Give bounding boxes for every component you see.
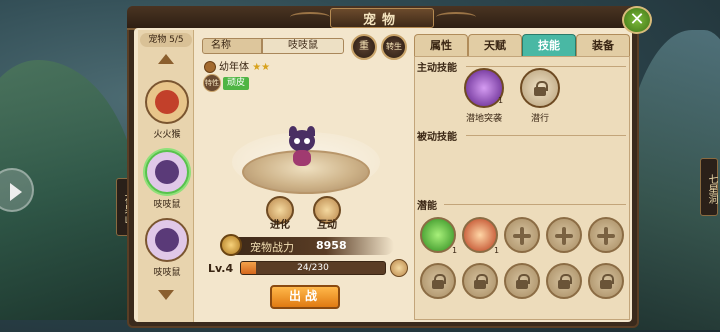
window-title: 宠物 [362, 13, 401, 28]
tab-bar: 属性 天赋 技能 装备 [414, 34, 630, 56]
lock-icon [516, 274, 530, 289]
locked-slot[interactable] [462, 263, 498, 299]
divider [466, 135, 626, 136]
monkey-face-icon [155, 90, 179, 114]
divider [444, 204, 626, 205]
pet-name: 火火猴 [153, 130, 181, 140]
active-skills-title: 主动技能 [417, 63, 457, 74]
evolve-label: 进化 [270, 220, 290, 231]
skill-name: 潜地突袭 [465, 114, 502, 124]
deploy-button[interactable]: 出战 [270, 285, 340, 309]
plus-icon[interactable] [588, 217, 624, 253]
tab-skills[interactable]: 技能 [522, 34, 576, 56]
divider [466, 66, 626, 67]
title-ornament-right [436, 12, 476, 22]
map-location-tab-right[interactable]: 七星洞 [700, 158, 718, 216]
potential-title: 潜能 [417, 201, 437, 212]
power-value: 8958 [316, 239, 347, 252]
skill-count: 1 [498, 96, 504, 105]
pet-name: 吱吱鼠 [153, 268, 181, 278]
rename-button[interactable]: 重 [351, 34, 377, 60]
stage-icon [204, 61, 216, 73]
mouse-face-icon [155, 228, 179, 252]
red-claw-icon[interactable] [462, 217, 498, 253]
locked-slot[interactable] [504, 263, 540, 299]
pet-level: Lv.4 [208, 262, 234, 275]
pet-model-mouse [287, 126, 317, 168]
locked-slot[interactable] [546, 263, 582, 299]
lock-icon [432, 274, 446, 289]
skill-count: 1 [452, 246, 458, 255]
reborn-button[interactable]: 转生 [381, 34, 407, 60]
interact-label: 互动 [317, 220, 337, 231]
lock-icon [474, 274, 488, 289]
pet-avatar [145, 150, 189, 194]
skill-count: 1 [494, 246, 500, 255]
trait-tag: 顽皮 [223, 77, 250, 90]
pet-stage: 幼年体 ★★ [204, 58, 270, 73]
locked-slot[interactable] [588, 263, 624, 299]
list-scroll-down-icon[interactable] [154, 288, 178, 304]
title-ornament-left [290, 12, 330, 22]
pet-list-item[interactable]: 吱吱鼠 [142, 218, 192, 286]
pet-avatar [145, 80, 189, 124]
tab-attributes[interactable]: 属性 [414, 34, 468, 56]
pet-name-value: 吱吱鼠 [262, 38, 344, 54]
close-button[interactable]: ✕ [622, 6, 652, 34]
trait-icon: 特性 [203, 74, 221, 92]
tab-equipment[interactable]: 装备 [576, 34, 630, 56]
plus-icon[interactable] [504, 217, 540, 253]
lock-icon [534, 81, 548, 96]
list-scroll-up-icon[interactable] [154, 52, 178, 68]
game-scene: 花果山 七星洞 宠物 ✕ 宠物 5/5 火火猴 吱吱鼠 吱吱鼠 名称 吱吱鼠 重… [0, 0, 720, 332]
locked-slot[interactable] [420, 263, 456, 299]
stage-text: 幼年体 [219, 62, 249, 73]
pet-list-item[interactable]: 火火猴 [142, 80, 192, 148]
star-rating: ★★ [252, 62, 271, 73]
power-label: 宠物战力 [250, 241, 294, 254]
pet-avatar [145, 218, 189, 262]
mouse-face-icon [155, 160, 179, 184]
tab-talent[interactable]: 天赋 [468, 34, 522, 56]
plus-icon[interactable] [546, 217, 582, 253]
lock-icon [600, 274, 614, 289]
lock-icon [558, 274, 572, 289]
green-leaf-icon[interactable] [420, 217, 456, 253]
pet-count: 宠物 5/5 [140, 33, 192, 47]
pet-name-label: 名称 [202, 38, 262, 54]
locked-skill[interactable] [520, 68, 560, 108]
add-exp-icon[interactable] [390, 259, 408, 277]
exp-text: 24/230 [297, 263, 329, 273]
pet-name: 吱吱鼠 [153, 200, 181, 210]
pet-list-item[interactable]: 吱吱鼠 [142, 150, 192, 218]
passive-skills-title: 被动技能 [417, 132, 457, 143]
skill-name: 潜行 [530, 114, 549, 124]
power-icon [220, 234, 242, 256]
